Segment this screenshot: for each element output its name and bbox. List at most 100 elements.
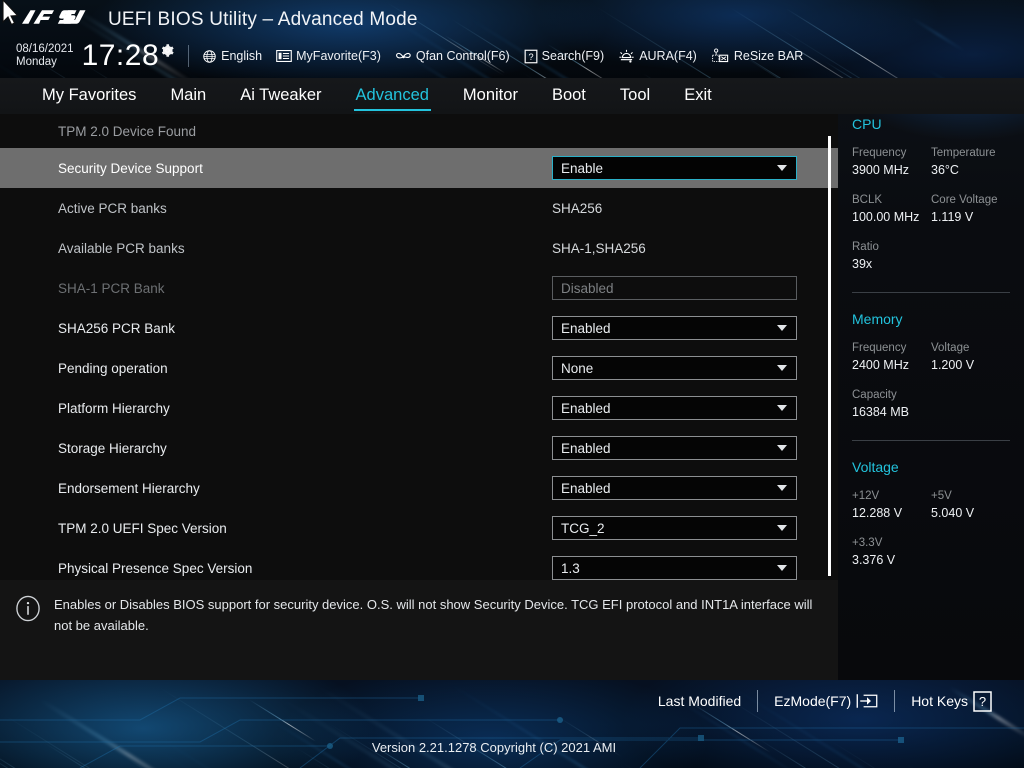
qfan-label: Qfan Control(F6) (415, 49, 510, 63)
resize-bar-button[interactable]: ReSize BAR (711, 48, 803, 64)
setting-row-tpm-2-0-device-found: TPM 2.0 Device Found (0, 114, 838, 148)
setting-row-platform-hierarchy[interactable]: Platform Hierarchy Enabled (0, 388, 838, 428)
setting-row-security-device-support[interactable]: Security Device Support Enable (0, 148, 838, 188)
metric-key: +12V (852, 490, 880, 502)
vertical-scrollbar[interactable] (828, 136, 831, 576)
dropdown-tpm-2-0-uefi-spec-version[interactable]: TCG_2 (552, 516, 797, 540)
metric-value: 12.288 V (852, 506, 903, 520)
metric-key: Capacity (852, 389, 897, 401)
sidebar-metric-row: +3.3V 3.376 V (852, 535, 1010, 569)
setting-row-sha-1-pcr-bank: SHA-1 PCR Bank Disabled (0, 268, 838, 308)
help-panel: Enables or Disables BIOS support for sec… (0, 580, 838, 680)
metric-key: Core Voltage (931, 194, 998, 206)
dropdown-value: Enabled (561, 440, 611, 456)
metric-key: Temperature (931, 147, 996, 159)
setting-row-sha256-pcr-bank[interactable]: SHA256 PCR Bank Enabled (0, 308, 838, 348)
date-text: 08/16/2021 (16, 43, 74, 55)
dropdown-physical-presence-spec-version[interactable]: 1.3 (552, 556, 797, 580)
question-icon: ? (524, 49, 538, 63)
metric-key: +3.3V (852, 537, 883, 549)
tab-boot[interactable]: Boot (550, 84, 588, 109)
asus-logo (22, 10, 86, 24)
tab-main[interactable]: Main (168, 84, 208, 109)
sidebar-metric: Frequency 3900 MHz (852, 145, 931, 179)
dropdown-platform-hierarchy[interactable]: Enabled (552, 396, 797, 420)
hot-keys-button[interactable]: Hot Keys ? (895, 690, 1008, 712)
metric-value: 39x (852, 257, 873, 271)
readonly-value: SHA256 (552, 200, 603, 216)
metric-key: Ratio (852, 241, 879, 253)
setting-row-pending-operation[interactable]: Pending operation None (0, 348, 838, 388)
header-divider (188, 45, 190, 67)
language-button[interactable]: English (202, 49, 262, 64)
ezmode-label: EzMode(F7) (774, 693, 852, 709)
version-text: Version 2.21.1278 Copyright (C) 2021 AMI (371, 740, 617, 755)
settings-panel: TPM 2.0 Device Found Security Device Supp… (0, 114, 838, 580)
metric-key: Frequency (852, 147, 907, 159)
dropdown-storage-hierarchy[interactable]: Enabled (552, 436, 797, 460)
sidebar-section-cpu: CPU (852, 116, 882, 132)
sidebar-section-voltage: Voltage (852, 459, 899, 475)
search-label: Search(F9) (541, 49, 605, 63)
clock-text: 17:28 (81, 39, 160, 72)
sidebar-metric-row: Frequency 3900 MHz Temperature 36°C (852, 145, 1010, 179)
setting-label: Active PCR banks (58, 200, 167, 216)
tab-monitor[interactable]: Monitor (461, 84, 520, 109)
tab-advanced[interactable]: Advanced (353, 84, 432, 111)
chevron-down-icon (777, 445, 787, 451)
last-modified-label: Last Modified (657, 693, 742, 709)
sidebar-metric-row: Ratio 39x (852, 239, 1010, 273)
ezmode-button[interactable]: EzMode(F7) (758, 693, 894, 709)
fan-icon (395, 52, 411, 58)
svg-text:?: ? (979, 694, 986, 709)
setting-row-physical-presence-spec-version[interactable]: Physical Presence Spec Version 1.3 (0, 548, 838, 580)
dropdown-value: 1.3 (561, 560, 580, 576)
metric-value: 100.00 MHz (852, 210, 920, 224)
chevron-down-icon (777, 565, 787, 571)
qfan-control-button[interactable]: Qfan Control(F6) (395, 49, 510, 64)
myfavorite-label: MyFavorite(F3) (296, 49, 381, 63)
metric-value: 2400 MHz (852, 358, 909, 372)
metric-value: 3.376 V (852, 553, 896, 567)
setting-row-available-pcr-banks: Available PCR banks SHA-1,SHA256 (0, 228, 838, 268)
tab-ai-tweaker[interactable]: Ai Tweaker (238, 84, 323, 109)
dropdown-sha256-pcr-bank[interactable]: Enabled (552, 316, 797, 340)
setting-row-storage-hierarchy[interactable]: Storage Hierarchy Enabled (0, 428, 838, 468)
gear-icon[interactable] (160, 43, 175, 58)
info-icon (16, 595, 40, 622)
dropdown-security-device-support[interactable]: Enable (552, 156, 797, 180)
dropdown-value: TCG_2 (561, 520, 605, 536)
metric-key: Voltage (931, 342, 970, 354)
metric-key: BCLK (852, 194, 883, 206)
nav-tabs: My Favorites Main Ai Tweaker Advanced Monito… (0, 78, 1024, 114)
sidebar-metric: Ratio 39x (852, 239, 936, 273)
resizebar-icon (711, 48, 729, 63)
footer-bar: Last Modified EzMode(F7) Hot Keys ? Vers… (0, 680, 1024, 768)
aura-label: AURA(F4) (639, 49, 697, 63)
bios-screen: UEFI BIOS Utility – Advanced Mode 08/16/… (0, 0, 1024, 768)
list-icon (276, 50, 292, 62)
search-button[interactable]: ? Search(F9) (524, 49, 605, 64)
aura-button[interactable]: AURA(F4) (618, 49, 697, 64)
sidebar-section-memory: Memory (852, 311, 903, 327)
sidebar-metric: Core Voltage 1.119 V (931, 192, 1010, 226)
myfavorite-button[interactable]: MyFavorite(F3) (276, 49, 381, 63)
setting-row-endorsement-hierarchy[interactable]: Endorsement Hierarchy Enabled (0, 468, 838, 508)
setting-row-tpm-2-0-uefi-spec-version[interactable]: TPM 2.0 UEFI Spec Version TCG_2 (0, 508, 838, 548)
tab-tool[interactable]: Tool (618, 84, 652, 109)
tab-exit[interactable]: Exit (682, 84, 714, 109)
last-modified-button[interactable]: Last Modified (642, 693, 757, 709)
svg-text:?: ? (528, 51, 533, 61)
sidebar-metric: Temperature 36°C (931, 145, 1010, 179)
dropdown-pending-operation[interactable]: None (552, 356, 797, 380)
date-block: 08/16/2021 Monday (16, 43, 74, 69)
resize-bar-label: ReSize BAR (733, 49, 804, 63)
tab-my-favorites[interactable]: My Favorites (40, 84, 138, 109)
metric-value: 5.040 V (931, 506, 975, 520)
sidebar-divider (852, 440, 1010, 441)
dropdown-endorsement-hierarchy[interactable]: Enabled (552, 476, 797, 500)
